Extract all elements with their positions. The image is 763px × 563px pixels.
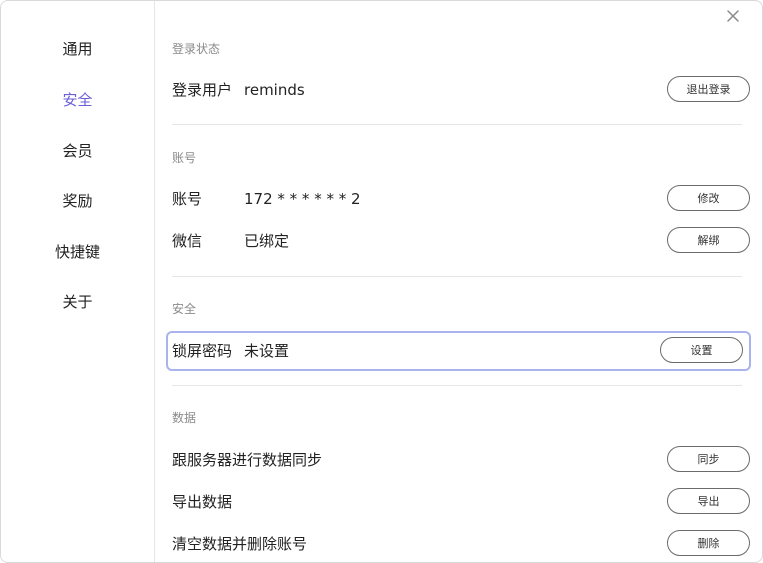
account-value: 172 * * * * * * 2 — [244, 190, 361, 208]
login-user-value: reminds — [244, 81, 305, 99]
row-export: 导出数据 导出 — [167, 484, 750, 520]
delete-account-label: 清空数据并删除账号 — [172, 535, 308, 553]
settings-content: 登录状态 登录用户 reminds 退出登录 账号 账号 172 * * * *… — [155, 1, 762, 562]
sidebar-item-security[interactable]: 安全 — [1, 90, 154, 110]
lock-password-label: 锁屏密码 — [172, 342, 233, 360]
row-sync: 跟服务器进行数据同步 同步 — [167, 442, 750, 478]
login-user-label: 登录用户 — [172, 81, 233, 99]
sidebar-item-membership[interactable]: 会员 — [1, 141, 154, 161]
section-title-data: 数据 — [172, 411, 197, 425]
sidebar-item-about[interactable]: 关于 — [1, 292, 154, 312]
section-title-account: 账号 — [172, 151, 197, 165]
row-account: 账号 172 * * * * * * 2 修改 — [167, 181, 750, 217]
row-wechat: 微信 已绑定 解绑 — [167, 223, 750, 259]
divider — [172, 276, 742, 277]
export-button[interactable]: 导出 — [667, 488, 750, 514]
wechat-label: 微信 — [172, 232, 203, 250]
sync-button[interactable]: 同步 — [667, 446, 750, 472]
section-title-security: 安全 — [172, 302, 197, 316]
sidebar-item-general[interactable]: 通用 — [1, 39, 154, 59]
row-login-user: 登录用户 reminds 退出登录 — [167, 72, 750, 108]
wechat-value: 已绑定 — [244, 232, 290, 250]
settings-sidebar: 通用 安全 会员 奖励 快捷键 关于 — [1, 1, 155, 562]
settings-window: 通用 安全 会员 奖励 快捷键 关于 登录状态 登录用户 reminds 退出登… — [0, 0, 763, 563]
sidebar-item-rewards[interactable]: 奖励 — [1, 191, 154, 211]
divider — [172, 124, 742, 125]
delete-account-button[interactable]: 删除 — [667, 530, 750, 556]
row-delete-account: 清空数据并删除账号 删除 — [167, 526, 750, 562]
account-label: 账号 — [172, 190, 203, 208]
logout-button[interactable]: 退出登录 — [667, 76, 750, 102]
sidebar-item-shortcuts[interactable]: 快捷键 — [1, 242, 154, 262]
unbind-wechat-button[interactable]: 解绑 — [667, 227, 750, 253]
modify-account-button[interactable]: 修改 — [667, 185, 750, 211]
row-lock-password[interactable]: 锁屏密码 未设置 设置 — [166, 331, 751, 371]
set-lock-password-button[interactable]: 设置 — [660, 337, 743, 363]
export-label: 导出数据 — [172, 493, 233, 511]
sync-label: 跟服务器进行数据同步 — [172, 451, 323, 469]
section-title-login-status: 登录状态 — [172, 42, 221, 56]
divider — [172, 385, 742, 386]
lock-password-value: 未设置 — [244, 342, 290, 360]
